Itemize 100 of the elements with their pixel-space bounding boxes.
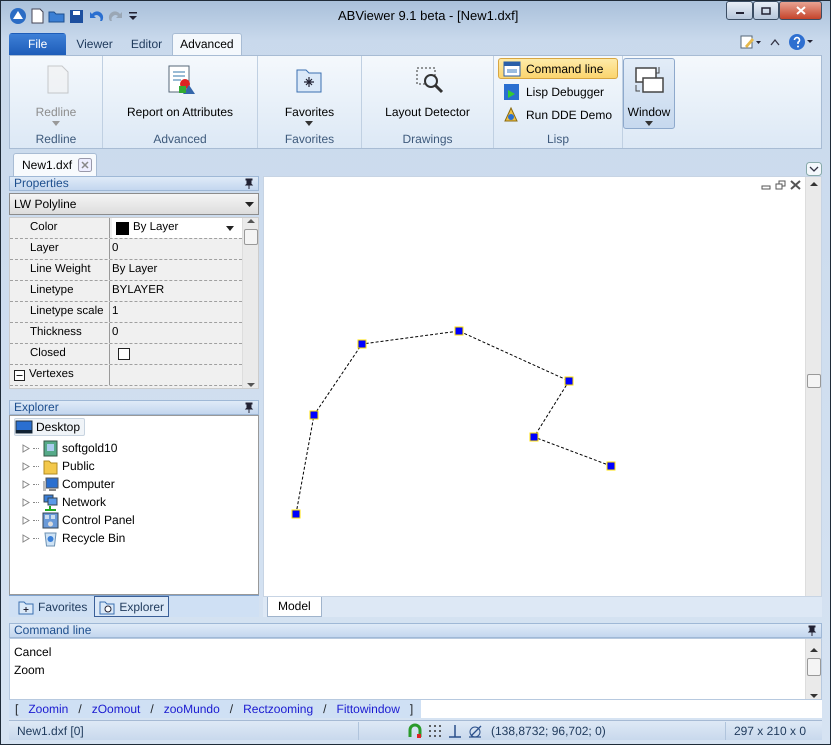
bracket: [ [15,701,18,718]
file-menu-button[interactable]: File [9,33,66,55]
command-option-link[interactable]: Zoomin [28,700,68,718]
separator: / [323,701,326,718]
scrollbar[interactable] [805,177,821,596]
layout-tab[interactable]: Model [267,597,322,617]
scroll-up-icon [810,181,818,186]
pin-icon[interactable] [807,625,817,636]
maximize-icon [761,6,771,14]
command-option-link[interactable]: Fittowindow [336,700,400,718]
ribbon-button[interactable]: Report on Attributes [116,58,244,130]
panel-tab[interactable]: Favorites [13,596,92,617]
ribbon-button[interactable]: Layout Detector [374,58,481,130]
open-folder-icon[interactable] [48,9,65,23]
scroll-thumb[interactable] [244,229,258,245]
property-name: Thickness [30,325,82,340]
command-option-link[interactable]: Rectzooming [243,700,314,718]
scroll-down-icon [246,383,254,388]
cursor-coordinates: (138,8732; 96,702; 0) [491,722,606,740]
ribbon-button[interactable]: Lisp Debugger [498,81,618,102]
debugger-icon [503,82,521,100]
separator: / [150,701,154,718]
expand-arrow-icon[interactable] [22,444,30,452]
property-value: By Layer [112,262,158,278]
bracket: ] [410,701,414,718]
ortho-icon[interactable] [447,722,463,738]
computer-icon [42,476,59,492]
tab-list-icon[interactable] [806,162,822,176]
status-file: New1.dxf [0] [9,722,359,740]
command-history-line: Cancel [14,644,52,661]
customize-arrow-icon[interactable] [128,10,138,22]
polar-icon[interactable] [467,722,483,738]
expand-arrow-icon[interactable] [22,516,30,524]
command-history-line: Zoom [14,662,46,679]
checkbox[interactable] [118,348,130,360]
tree-item[interactable]: softgold10 [14,439,254,457]
tree-item[interactable]: Network [14,493,254,511]
collapse-icon[interactable] [14,370,25,380]
scroll-thumb[interactable] [806,374,820,388]
ribbon-button[interactable]: Run DDE Demo [498,104,618,125]
close-button[interactable] [779,1,822,20]
expand-arrow-icon[interactable] [22,462,30,470]
pin-icon[interactable] [244,402,254,413]
separator: / [230,701,234,718]
tree-item[interactable]: Control Panel [14,511,254,529]
group-label: Drawings [401,131,454,148]
expand-arrow-icon[interactable] [22,480,30,488]
app-logo-icon[interactable] [9,7,27,25]
group-label: Lisp [546,131,570,148]
ribbon-tab[interactable]: Advanced [172,33,242,55]
tree-item[interactable]: Recycle Bin [14,529,254,547]
panel-tab[interactable]: Explorer [94,596,170,617]
pin-icon[interactable] [244,178,254,189]
maximize-button[interactable] [753,1,779,20]
window-title: ABViewer 9.1 beta - [New1.dxf] [338,7,518,26]
dropdown-arrow-icon [245,202,254,206]
document-tab[interactable]: New1.dxf [13,153,98,176]
scrollbar[interactable] [805,639,821,699]
restore-icon[interactable] [775,180,786,190]
property-name: Color [30,220,58,236]
favorites-folder-icon [18,598,34,614]
collapse-ribbon-icon[interactable] [770,38,780,46]
scroll-thumb[interactable] [806,658,820,676]
minimize-button[interactable] [726,1,753,20]
panel-title: Command line [14,624,92,637]
scrollbar[interactable] [242,218,258,388]
property-name: Linetype [30,283,74,298]
paper-size: 297 x 210 x 0 [724,722,822,740]
group-label: Favorites [284,131,336,148]
panel-title: Properties [14,177,69,190]
help-icon[interactable] [788,33,814,51]
property-name: Line Weight [30,262,91,278]
close-icon[interactable] [78,158,92,172]
ribbon-tab[interactable]: Viewer [68,33,121,55]
property-name: Linetype scale [30,304,104,320]
edit-style-icon[interactable] [740,35,762,49]
tree-item[interactable]: Computer [14,475,254,493]
save-icon[interactable] [69,8,84,24]
expand-arrow-icon[interactable] [22,534,30,542]
object-type-dropdown[interactable]: LW Polyline [9,193,259,215]
ribbon-button[interactable]: Window [623,58,675,129]
color-dropdown[interactable]: By Layer [112,218,242,238]
ribbon-button[interactable]: Command line [498,58,618,79]
command-option-link[interactable]: zOomout [92,700,140,718]
snap-icon[interactable] [407,722,423,738]
search-folder-icon [99,598,116,614]
command-option-link[interactable]: zooMundo [164,700,220,718]
user-folder-icon [42,440,59,456]
ribbon-tab[interactable]: Editor [122,33,170,55]
tree-item[interactable]: Desktop [14,418,86,436]
recycle-bin-icon [42,530,59,546]
new-file-icon[interactable] [31,8,44,24]
tree-item[interactable]: Public [14,457,254,475]
ribbon-button[interactable]: Favorites [274,58,346,130]
group-label: Redline [34,131,78,148]
expand-arrow-icon[interactable] [22,498,30,506]
close-icon[interactable] [790,180,801,190]
folder-icon [42,458,59,474]
separator: / [78,701,82,718]
grid-icon[interactable] [427,722,443,738]
